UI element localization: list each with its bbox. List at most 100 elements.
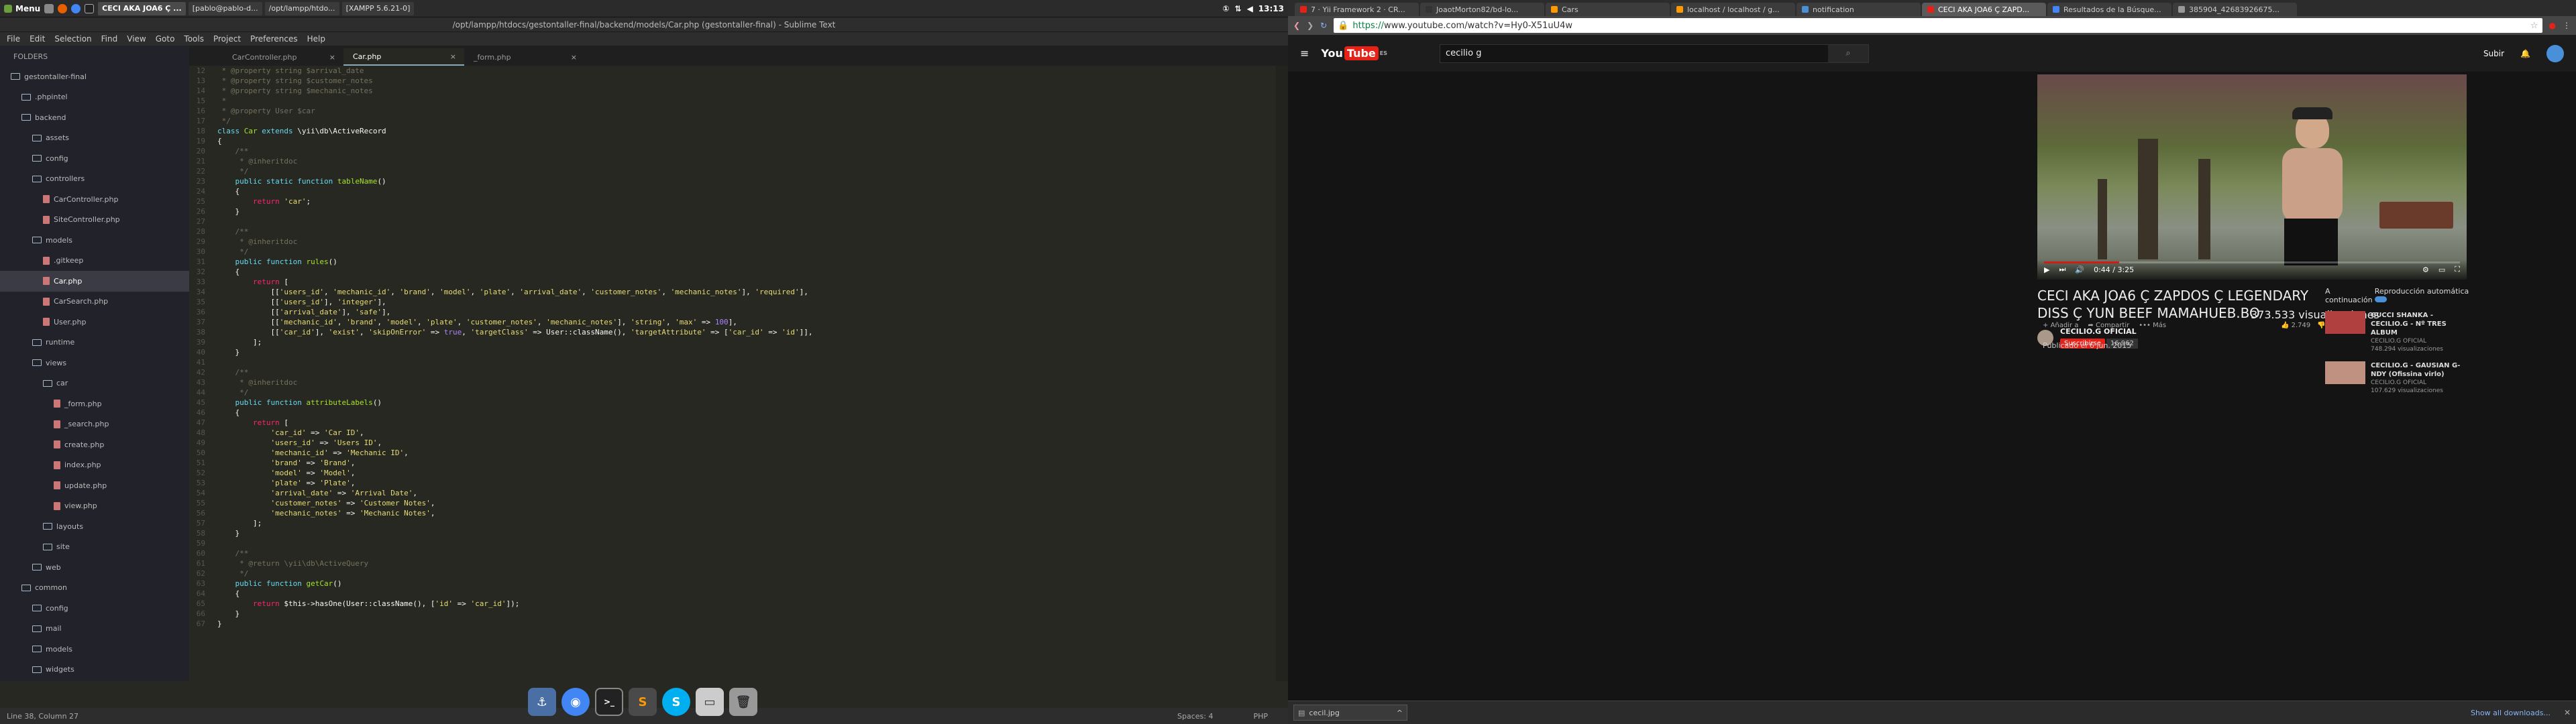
forward-icon[interactable]: ❯ bbox=[1307, 21, 1313, 30]
folder-item[interactable]: gestontaller-final bbox=[0, 66, 189, 87]
browser-tab[interactable]: Cars bbox=[1546, 3, 1670, 16]
menu-item-view[interactable]: View bbox=[127, 34, 146, 44]
settings-icon[interactable]: ⚙ bbox=[2422, 265, 2429, 274]
clock[interactable]: 13:13 bbox=[1258, 4, 1284, 13]
folder-item[interactable]: common bbox=[0, 578, 189, 599]
related-video[interactable]: CECILIO.G - GAUSIAN G-NDY (Ofissina virl… bbox=[2325, 361, 2473, 395]
folder-item[interactable]: .phpintel bbox=[0, 87, 189, 108]
file-item[interactable]: update.php bbox=[0, 475, 189, 496]
folder-item[interactable]: assets bbox=[0, 128, 189, 149]
menu-item-preferences[interactable]: Preferences bbox=[250, 34, 298, 44]
menu-item-goto[interactable]: Goto bbox=[156, 34, 175, 44]
file-item[interactable]: Car.php bbox=[0, 271, 189, 292]
menu-item-edit[interactable]: Edit bbox=[30, 34, 45, 44]
next-icon[interactable]: ⏭ bbox=[2059, 265, 2065, 274]
share-button[interactable]: ➦ Compartir bbox=[2088, 322, 2129, 329]
close-icon[interactable]: × bbox=[571, 53, 577, 62]
file-item[interactable]: create.php bbox=[0, 434, 189, 455]
editor-tab[interactable]: CarController.php × bbox=[223, 48, 343, 66]
skype-icon[interactable]: S bbox=[662, 688, 690, 716]
reload-icon[interactable]: ↻ bbox=[1320, 21, 1327, 30]
avatar[interactable] bbox=[2546, 44, 2564, 62]
download-item[interactable]: ▤ cecil.jpg ^ bbox=[1293, 705, 1407, 721]
editor-scrollbar[interactable] bbox=[1276, 66, 1288, 681]
bookmark-star-icon[interactable]: ☆ bbox=[2530, 21, 2538, 31]
browser-tab[interactable]: notification bbox=[1796, 3, 1921, 16]
folder-item[interactable]: models bbox=[0, 230, 189, 251]
volume-icon[interactable]: 🔊 bbox=[2075, 265, 2084, 274]
play-icon[interactable]: ▶ bbox=[2044, 265, 2049, 274]
close-icon[interactable]: ✕ bbox=[2564, 708, 2571, 717]
sublime-icon[interactable]: S bbox=[629, 688, 657, 716]
folder-item[interactable]: config bbox=[0, 148, 189, 169]
taskbar-window[interactable]: /opt/lampp/htdo... bbox=[264, 1, 339, 15]
file-item[interactable]: index.php bbox=[0, 455, 189, 476]
editor-tab[interactable]: _form.php × bbox=[464, 48, 585, 66]
back-icon[interactable]: ❮ bbox=[1293, 21, 1300, 30]
related-video[interactable]: GUCCI SHANKA - CECILIO.G - Nº TRES ALBUM… bbox=[2325, 311, 2473, 353]
firefox-icon[interactable] bbox=[58, 3, 68, 13]
file-item[interactable]: view.php bbox=[0, 496, 189, 517]
search-icon[interactable]: ⌕ bbox=[1828, 44, 1868, 62]
browser-tab[interactable]: localhost / localhost / g... bbox=[1671, 3, 1795, 16]
youtube-logo[interactable]: You Tube ES bbox=[1321, 46, 1387, 60]
folder-item[interactable]: runtime bbox=[0, 333, 189, 353]
file-item[interactable]: CarController.php bbox=[0, 189, 189, 210]
search-input[interactable]: cecilio g ⌕ bbox=[1440, 44, 1869, 63]
taskbar-window[interactable]: CECI AKA JOA6 Ç ... bbox=[98, 1, 186, 15]
folder-item[interactable]: web bbox=[0, 557, 189, 578]
file-item[interactable]: _form.php bbox=[0, 394, 189, 414]
file-item[interactable]: SiteController.php bbox=[0, 210, 189, 231]
upload-button[interactable]: Subir bbox=[2483, 49, 2504, 58]
taskbar-window[interactable]: [pablo@pablo-d... bbox=[188, 1, 262, 15]
video-thumbnail[interactable] bbox=[2325, 361, 2365, 384]
video-thumbnail[interactable] bbox=[2325, 311, 2365, 334]
like-button[interactable]: 👍 2.749 bbox=[2281, 322, 2310, 329]
fullscreen-icon[interactable]: ⛶ bbox=[2455, 265, 2460, 274]
browser-tab[interactable]: CECI AKA JOA6 Ç ZAPD... bbox=[1922, 3, 2046, 16]
taskbar-window[interactable]: [XAMPP 5.6.21-0] bbox=[341, 1, 415, 15]
file-item[interactable]: .gitkeep bbox=[0, 251, 189, 272]
browser-tab[interactable]: Resultados de la Búsque... bbox=[2047, 3, 2171, 16]
chrome-icon[interactable]: ◉ bbox=[561, 688, 590, 716]
show-all-downloads-link[interactable]: Show all downloads... bbox=[2471, 709, 2551, 717]
indent-setting[interactable]: Spaces: 4 bbox=[1177, 712, 1213, 721]
folder-icon[interactable] bbox=[44, 3, 54, 13]
browser-tab[interactable]: 7 · Yii Framework 2 · CR... bbox=[1295, 3, 1419, 16]
browser-tab[interactable]: JoaotMorton82/bd-lo... bbox=[1420, 3, 1544, 16]
menu-item-file[interactable]: File bbox=[7, 34, 20, 44]
terminal-icon[interactable]: >_ bbox=[595, 688, 623, 716]
bell-icon[interactable]: 🔔 bbox=[2520, 49, 2530, 58]
folder-item[interactable]: config bbox=[0, 598, 189, 619]
menu-item-tools[interactable]: Tools bbox=[184, 34, 204, 44]
folder-item[interactable]: models bbox=[0, 639, 189, 660]
url-field[interactable]: 🔒 https://www.youtube.com/watch?v=Hy0-X5… bbox=[1334, 18, 2542, 33]
more-button[interactable]: ••• Más bbox=[2139, 322, 2166, 329]
video-player[interactable]: ▶ ⏭ 🔊 0:44 / 3:25 ⚙ ▭ ⛶ bbox=[2037, 74, 2467, 280]
menu-item-help[interactable]: Help bbox=[307, 34, 325, 44]
folder-item[interactable]: controllers bbox=[0, 169, 189, 190]
menu-item-find[interactable]: Find bbox=[101, 34, 118, 44]
trash-icon[interactable]: 🗑 bbox=[729, 688, 757, 716]
folder-item[interactable]: console bbox=[0, 680, 189, 681]
terminal-icon[interactable] bbox=[85, 3, 95, 13]
anchor-icon[interactable]: ⚓ bbox=[528, 688, 556, 716]
extension-icon[interactable]: ● bbox=[2549, 21, 2556, 30]
file-item[interactable]: User.php bbox=[0, 312, 189, 333]
theater-icon[interactable]: ▭ bbox=[2438, 265, 2445, 274]
folder-item[interactable]: site bbox=[0, 537, 189, 558]
files-icon[interactable]: ▭ bbox=[696, 688, 724, 716]
folder-item[interactable]: backend bbox=[0, 107, 189, 128]
code-editor[interactable]: 12 * @property string $arrival_date 13 * … bbox=[189, 66, 1276, 681]
folder-item[interactable]: car bbox=[0, 373, 189, 394]
hamburger-icon[interactable]: ≡ bbox=[1300, 47, 1309, 60]
chevron-up-icon[interactable]: ^ bbox=[1397, 709, 1403, 717]
folder-item[interactable]: mail bbox=[0, 619, 189, 640]
browser-tab[interactable]: 385904_42683926675... bbox=[2173, 3, 2297, 16]
syntax-setting[interactable]: PHP bbox=[1253, 712, 1268, 721]
chrome-icon[interactable] bbox=[71, 3, 81, 13]
chrome-menu-icon[interactable]: ⋮ bbox=[2563, 21, 2571, 30]
folder-item[interactable]: layouts bbox=[0, 516, 189, 537]
file-item[interactable]: CarSearch.php bbox=[0, 292, 189, 312]
notification-icon[interactable]: ① bbox=[1222, 4, 1229, 13]
